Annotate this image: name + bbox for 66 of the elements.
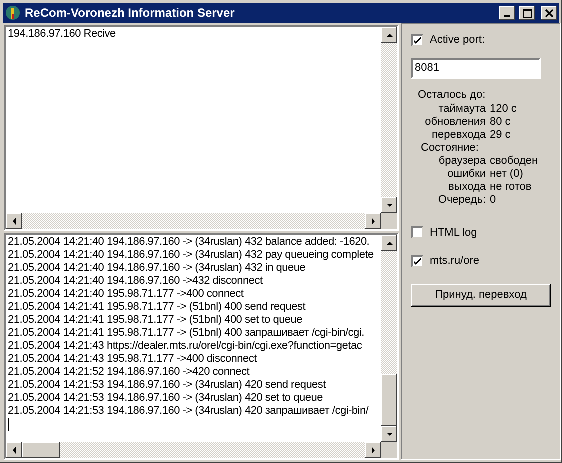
maximize-button[interactable] xyxy=(519,6,535,20)
port-field[interactable]: 8081 xyxy=(411,58,541,78)
log-line: 21.05.2004 14:21:43 195.98.71.177 ->400 disconnect xyxy=(8,353,257,366)
close-button[interactable] xyxy=(541,6,557,20)
force-relogin-button[interactable]: Принуд. перевход xyxy=(411,284,551,306)
minimize-button[interactable] xyxy=(499,6,515,20)
horizontal-scrollbar[interactable] xyxy=(6,442,381,458)
status-value: 29 с xyxy=(490,128,512,142)
status-value: 80 с xyxy=(490,116,512,128)
status-value: нет (0) xyxy=(490,168,524,180)
horizontal-scrollbar[interactable] xyxy=(6,213,381,229)
log-line: 21.05.2004 14:21:53 194.186.97.160 -> (34ruslan) 420 set to queue xyxy=(8,392,323,405)
scroll-right-button[interactable] xyxy=(365,213,381,229)
log-line: 21.05.2004 14:21:40 194.186.97.160 -> (34ruslan) 432 pay queueing complete xyxy=(8,249,374,262)
scroll-up-button[interactable] xyxy=(381,235,397,251)
scroll-right-button[interactable] xyxy=(365,442,381,458)
log-line: 21.05.2004 14:21:40 194.186.97.160 -> (34ruslan) 432 in queue xyxy=(8,262,306,275)
status-value: не готов xyxy=(490,180,533,194)
scroll-left-button[interactable] xyxy=(6,213,22,229)
checkbox-label: HTML log xyxy=(430,226,478,240)
status-label: таймаута xyxy=(438,102,486,116)
log-line: 21.05.2004 14:21:40 194.186.97.160 ->432 disconnect xyxy=(8,275,263,288)
status-value: свободен xyxy=(490,154,540,168)
log-line: 21.05.2004 14:21:40 194.186.97.160 -> (34ruslan) 432 balance added: -1620. xyxy=(8,236,370,249)
maximize-icon xyxy=(522,8,532,18)
log-line: 194.186.97.160 Recive xyxy=(8,28,116,41)
checkbox-label: mts.ru/ore xyxy=(430,254,480,269)
scrollbar-corner xyxy=(381,213,397,229)
log-line: 21.05.2004 14:21:41 195.98.71.177 -> (51bnl) 400 запрашивает /cgi-bin/cgi. xyxy=(8,327,364,340)
text-cursor xyxy=(8,418,9,431)
log-line: 21.05.2004 14:21:41 195.98.71.177 -> (51bnl) 400 set to queue xyxy=(8,314,303,327)
status-label: выхода xyxy=(447,180,486,194)
vertical-scrollbar[interactable] xyxy=(381,27,397,213)
log-line: 21.05.2004 14:21:53 194.186.97.160 -> (34ruslan) 420 send request xyxy=(8,379,326,392)
scrollbar-thumb[interactable] xyxy=(22,442,60,458)
log-line: 21.05.2004 14:21:52 194.186.97.160 ->420 connect xyxy=(8,366,250,379)
status-heading: Состояние: xyxy=(421,142,480,154)
checkbox[interactable] xyxy=(411,226,424,240)
status-label: обновления xyxy=(424,116,486,128)
scroll-up-button[interactable] xyxy=(381,27,397,43)
status-label: ошибки xyxy=(446,168,486,180)
log-line: 21.05.2004 14:21:53 194.186.97.160 -> (34ruslan) 420 запрашивает /cgi-bin/ xyxy=(8,405,369,418)
scrollbar-corner xyxy=(381,442,397,458)
checkbox-label: Active port: xyxy=(430,33,486,48)
status-label: перевхода xyxy=(431,128,486,142)
checkbox[interactable] xyxy=(411,254,424,268)
status-value: 0 xyxy=(490,194,498,206)
window-title: ReCom-Voronezh Information Server xyxy=(25,5,236,22)
log-line: 21.05.2004 14:21:43 https://dealer.mts.ru/orel/cgi-bin/cgi.exe?function=getac xyxy=(8,340,362,353)
checkbox[interactable] xyxy=(411,34,424,47)
log-line: 21.05.2004 14:21:41 195.98.71.177 -> (51bnl) 400 send request xyxy=(8,301,306,314)
log-line: 21.05.2004 14:21:40 195.98.71.177 ->400 connect xyxy=(8,288,244,301)
status-value: 120 с xyxy=(490,102,518,116)
minimize-icon xyxy=(504,15,510,17)
vertical-scrollbar[interactable] xyxy=(381,235,397,442)
scrollbar-thumb[interactable] xyxy=(381,374,397,426)
status-label: браузера xyxy=(438,154,486,168)
scroll-down-button[interactable] xyxy=(381,197,397,213)
scroll-left-button[interactable] xyxy=(6,442,22,458)
checkmark-icon xyxy=(414,258,421,265)
app-icon xyxy=(5,5,21,21)
checkmark-icon xyxy=(414,36,421,44)
status-heading: Осталось до: xyxy=(418,88,487,102)
close-icon xyxy=(544,8,554,18)
status-label: Очередь: xyxy=(437,194,486,206)
scroll-down-button[interactable] xyxy=(381,426,397,442)
